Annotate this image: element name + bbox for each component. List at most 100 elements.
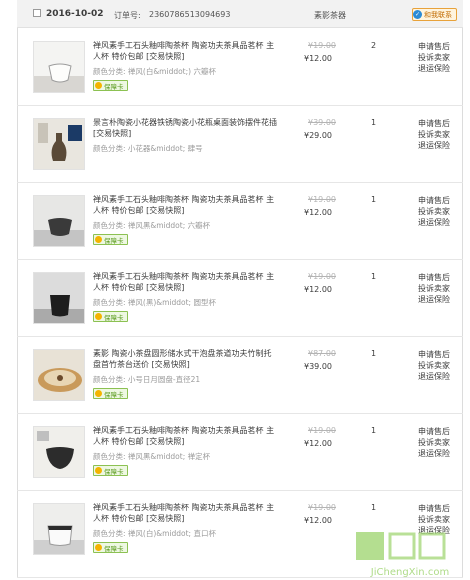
request-after-sale-link[interactable]: 申请售后 xyxy=(418,195,450,206)
product-title-link[interactable]: 禅风素手工石头釉啡陶茶杯 陶瓷功夫茶具品茗杯 主人杯 特价包邮 [交易快照] xyxy=(93,502,278,524)
original-price: ¥19.00 xyxy=(308,195,336,204)
quantity: 2 xyxy=(371,41,377,50)
guarantee-label: 保障卡 xyxy=(104,467,124,476)
shop-name-link[interactable]: 素影茶器 xyxy=(314,10,346,21)
original-price: ¥39.00 xyxy=(308,118,336,127)
product-title-link[interactable]: 景言朴陶瓷小花器铁锈陶瓷小花瓶桌面装饰摆件花插 [交易快照] xyxy=(93,117,278,139)
contact-seller-button[interactable]: ✓ 和我联系 xyxy=(412,8,457,21)
guarantee-badge: 保障卡 xyxy=(93,388,128,399)
order-item-row: 禅风素手工石头釉啡陶茶杯 陶瓷功夫茶具品茗杯 主人杯 特价包邮 [交易快照] 颜色… xyxy=(17,183,463,260)
product-thumbnail[interactable] xyxy=(33,195,85,247)
complain-seller-link[interactable]: 投诉卖家 xyxy=(418,129,450,140)
unit-price: ¥12.00 xyxy=(304,285,332,294)
product-thumbnail[interactable] xyxy=(33,272,85,324)
order-item-row: 素影 陶瓷小茶盘圆形储水式干泡盘茶道功夫竹制托盘首竹茶台送价 [交易快照] 颜色分… xyxy=(17,337,463,414)
return-insurance-link[interactable]: 退运保险 xyxy=(418,294,450,305)
guarantee-icon xyxy=(95,313,102,320)
product-spec: 颜色分类: 禅风(黑)&middot; 圆型杯 xyxy=(93,298,216,307)
order-item-row: 禅风素手工石头釉啡陶茶杯 陶瓷功夫茶具品茗杯 主人杯 特价包邮 [交易快照] 颜色… xyxy=(17,29,463,106)
request-after-sale-link[interactable]: 申请售后 xyxy=(418,503,450,514)
guarantee-icon xyxy=(95,390,102,397)
order-item-row: 禅风素手工石头釉啡陶茶杯 陶瓷功夫茶具品茗杯 主人杯 特价包邮 [交易快照] 颜色… xyxy=(17,260,463,337)
quantity: 1 xyxy=(371,426,377,435)
product-title-link[interactable]: 禅风素手工石头釉啡陶茶杯 陶瓷功夫茶具品茗杯 主人杯 特价包邮 [交易快照] xyxy=(93,425,278,447)
guarantee-badge: 保障卡 xyxy=(93,311,128,322)
original-price: ¥19.00 xyxy=(308,426,336,435)
guarantee-label: 保障卡 xyxy=(104,390,124,399)
product-spec: 颜色分类: 禅风(白&middot;) 六瓣杯 xyxy=(93,67,216,76)
guarantee-badge: 保障卡 xyxy=(93,80,128,91)
quantity: 1 xyxy=(371,118,377,127)
watermark-logo: JiChengXin.com xyxy=(356,532,449,578)
product-thumbnail[interactable] xyxy=(33,41,85,93)
product-spec: 颜色分类: 小花器&middot; 肆号 xyxy=(93,144,203,153)
order-date: 2016-10-02 xyxy=(46,9,104,19)
guarantee-label: 保障卡 xyxy=(104,82,124,91)
product-thumbnail[interactable] xyxy=(33,118,85,170)
complain-seller-link[interactable]: 投诉卖家 xyxy=(418,514,450,525)
request-after-sale-link[interactable]: 申请售后 xyxy=(418,41,450,52)
return-insurance-link[interactable]: 退运保险 xyxy=(418,63,450,74)
product-title-link[interactable]: 禅风素手工石头釉啡陶茶杯 陶瓷功夫茶具品茗杯 主人杯 特价包邮 [交易快照] xyxy=(93,40,278,62)
row-actions: 申请售后 投诉卖家 退运保险 xyxy=(418,41,450,74)
contact-seller-label: 和我联系 xyxy=(424,10,452,19)
product-title-link[interactable]: 禅风素手工石头釉啡陶茶杯 陶瓷功夫茶具品茗杯 主人杯 特价包邮 [交易快照] xyxy=(93,271,278,293)
product-spec: 颜色分类: 禅风黑&middot; 六瓣杯 xyxy=(93,221,211,230)
quantity: 1 xyxy=(371,503,377,512)
product-thumbnail[interactable] xyxy=(33,349,85,401)
guarantee-label: 保障卡 xyxy=(104,236,124,245)
order-header: 2016-10-02 订单号: 2360786513094693 素影茶器 ✓ … xyxy=(17,0,463,28)
guarantee-icon xyxy=(95,236,102,243)
guarantee-icon xyxy=(95,467,102,474)
guarantee-label: 保障卡 xyxy=(104,313,124,322)
quantity: 1 xyxy=(371,195,377,204)
row-actions: 申请售后 投诉卖家 退运保险 xyxy=(418,118,450,151)
unit-price: ¥12.00 xyxy=(304,208,332,217)
watermark-url: JiChengXin.com xyxy=(370,567,449,578)
product-thumbnail[interactable] xyxy=(33,426,85,478)
order-item-row: 禅风素手工石头釉啡陶茶杯 陶瓷功夫茶具品茗杯 主人杯 特价包邮 [交易快照] 颜色… xyxy=(17,414,463,491)
request-after-sale-link[interactable]: 申请售后 xyxy=(418,272,450,283)
unit-price: ¥12.00 xyxy=(304,439,332,448)
guarantee-icon xyxy=(95,544,102,551)
complain-seller-link[interactable]: 投诉卖家 xyxy=(418,52,450,63)
product-title-link[interactable]: 禅风素手工石头釉啡陶茶杯 陶瓷功夫茶具品茗杯 主人杯 特价包邮 [交易快照] xyxy=(93,194,278,216)
product-title-link[interactable]: 素影 陶瓷小茶盘圆形储水式干泡盘茶道功夫竹制托盘首竹茶台送价 [交易快照] xyxy=(93,348,278,370)
request-after-sale-link[interactable]: 申请售后 xyxy=(418,426,450,437)
return-insurance-link[interactable]: 退运保险 xyxy=(418,448,450,459)
return-insurance-link[interactable]: 退运保险 xyxy=(418,217,450,228)
unit-price: ¥12.00 xyxy=(304,516,332,525)
complain-seller-link[interactable]: 投诉卖家 xyxy=(418,360,450,371)
select-order-checkbox[interactable] xyxy=(33,9,41,17)
row-actions: 申请售后 投诉卖家 退运保险 xyxy=(418,272,450,305)
unit-price: ¥29.00 xyxy=(304,131,332,140)
unit-price: ¥12.00 xyxy=(304,54,332,63)
guarantee-badge: 保障卡 xyxy=(93,542,128,553)
quantity: 1 xyxy=(371,272,377,281)
product-thumbnail[interactable] xyxy=(33,503,85,555)
original-price: ¥19.00 xyxy=(308,503,336,512)
return-insurance-link[interactable]: 退运保险 xyxy=(418,140,450,151)
original-price: ¥19.00 xyxy=(308,41,336,50)
complain-seller-link[interactable]: 投诉卖家 xyxy=(418,206,450,217)
original-price: ¥19.00 xyxy=(308,272,336,281)
complain-seller-link[interactable]: 投诉卖家 xyxy=(418,437,450,448)
row-actions: 申请售后 投诉卖家 退运保险 xyxy=(418,426,450,459)
guarantee-icon xyxy=(95,82,102,89)
order-number: 2360786513094693 xyxy=(149,10,231,19)
guarantee-label: 保障卡 xyxy=(104,544,124,553)
quantity: 1 xyxy=(371,349,377,358)
return-insurance-link[interactable]: 退运保险 xyxy=(418,371,450,382)
product-spec: 颜色分类: 禅风黑&middot; 禅定杯 xyxy=(93,452,211,461)
original-price: ¥87.00 xyxy=(308,349,336,358)
request-after-sale-link[interactable]: 申请售后 xyxy=(418,349,450,360)
row-actions: 申请售后 投诉卖家 退运保险 xyxy=(418,195,450,228)
row-actions: 申请售后 投诉卖家 退运保险 xyxy=(418,349,450,382)
product-spec: 颜色分类: 小号日月圆盘-直径21 xyxy=(93,375,201,384)
chat-icon: ✓ xyxy=(413,10,422,19)
guarantee-badge: 保障卡 xyxy=(93,234,128,245)
order-item-row: 景言朴陶瓷小花器铁锈陶瓷小花瓶桌面装饰摆件花插 [交易快照] 颜色分类: 小花器&… xyxy=(17,106,463,183)
complain-seller-link[interactable]: 投诉卖家 xyxy=(418,283,450,294)
request-after-sale-link[interactable]: 申请售后 xyxy=(418,118,450,129)
order-number-label: 订单号: xyxy=(114,11,141,20)
